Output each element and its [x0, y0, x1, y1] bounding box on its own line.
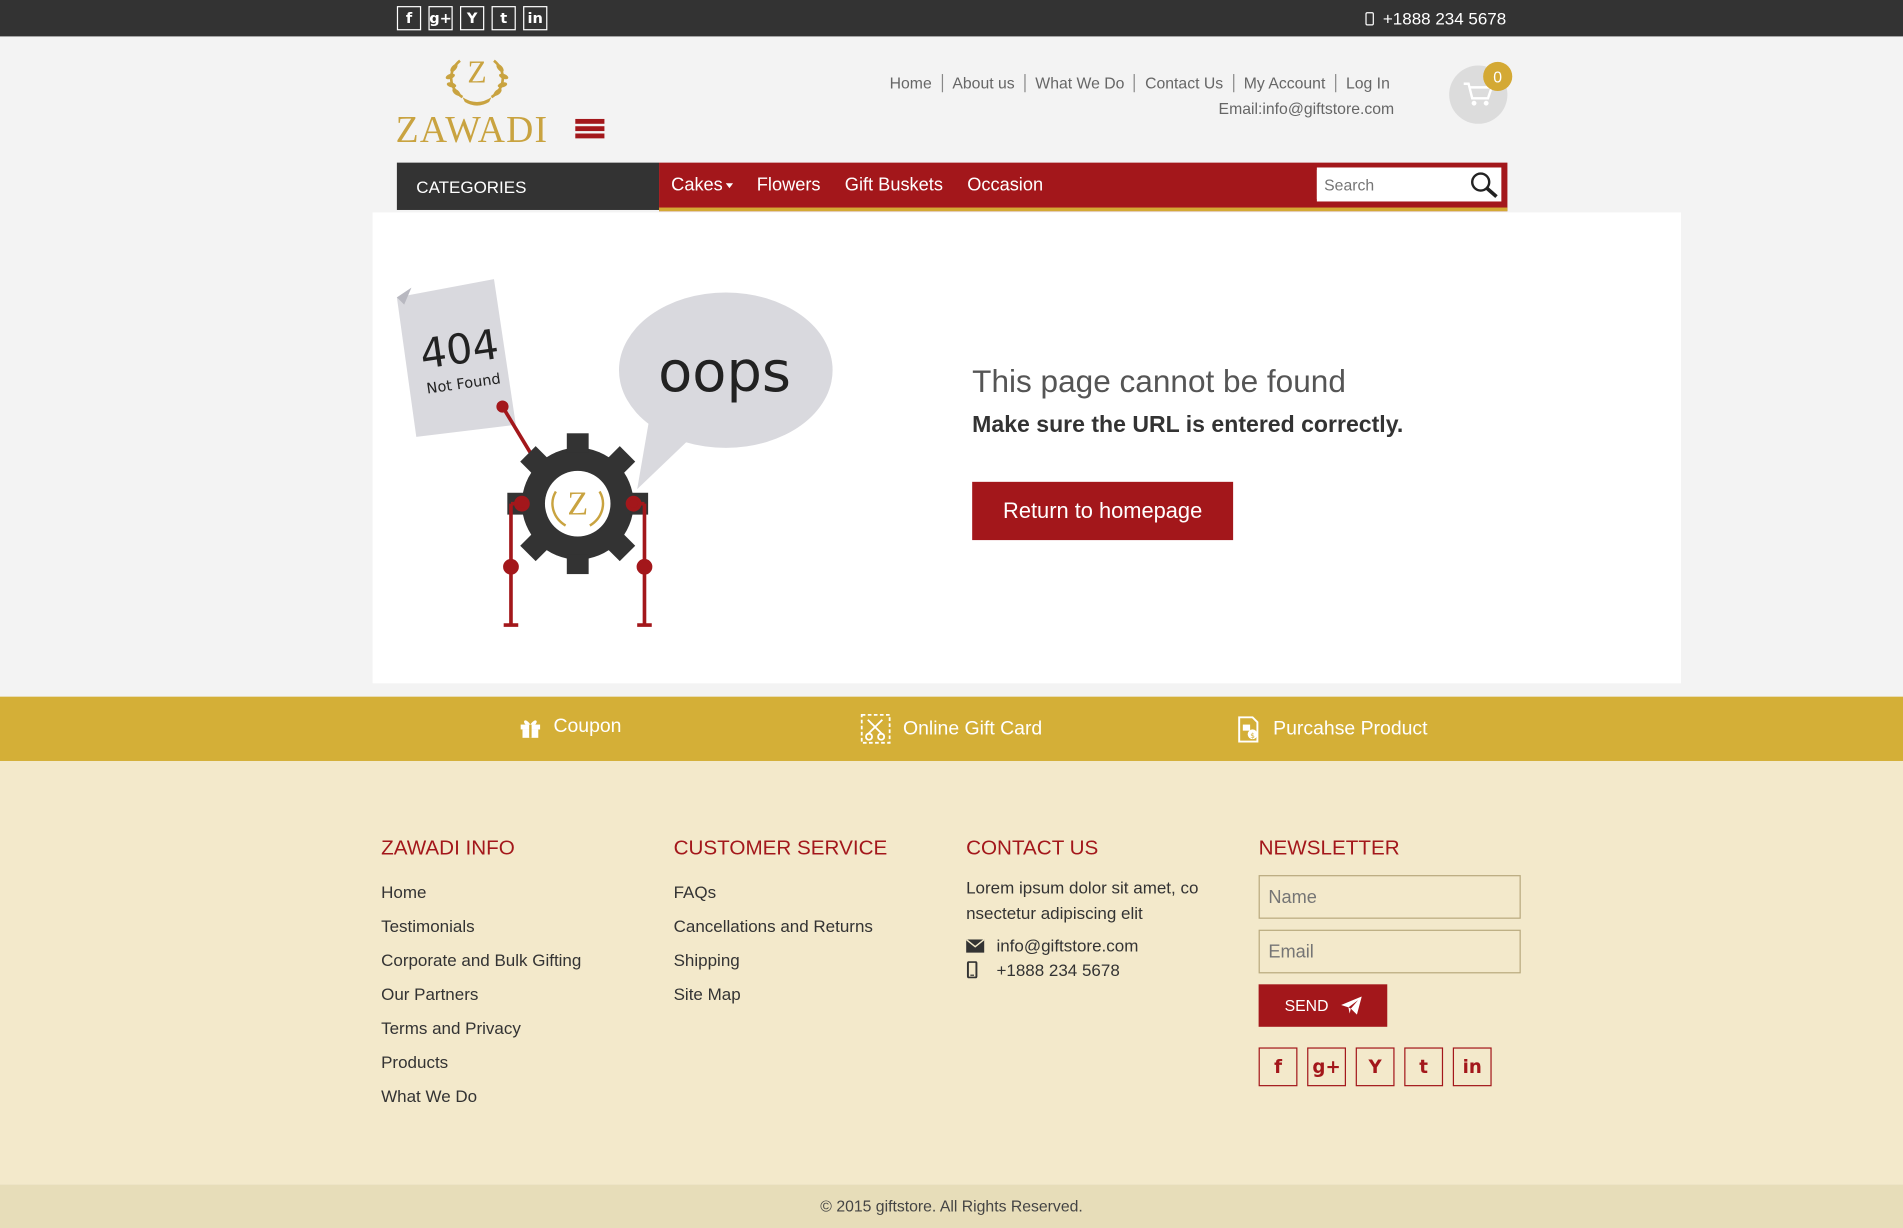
online-gift-card-label: Online Gift Card — [902, 717, 1043, 739]
footer: ZAWADI INFO Home Testimonials Corporate … — [0, 760, 1903, 1185]
footer-newsletter-column: NEWSLETTER SEND f g+ Y t in — [1258, 836, 1521, 1087]
contact-phone-row: +1888 234 5678 — [966, 960, 1209, 979]
oops-text: oops — [658, 340, 791, 405]
coupon-label: Coupon — [553, 716, 622, 737]
logo-wordmark: ZAWADI — [395, 108, 549, 151]
laurel-crest-icon: Z — [445, 55, 509, 106]
newsletter-name-field[interactable] — [1258, 875, 1521, 919]
top-phone: +1888 234 5678 — [1365, 8, 1507, 28]
purchase-product-link[interactable]: $ Purcahse Product — [1237, 716, 1428, 743]
search-icon[interactable] — [1470, 171, 1499, 198]
nav-flowers[interactable]: Flowers — [757, 175, 821, 196]
footer-info-column: ZAWADI INFO Home Testimonials Corporate … — [381, 836, 581, 1113]
footer-contact-title: CONTACT US — [966, 836, 1099, 860]
paper-plane-icon — [1340, 996, 1362, 1015]
contact-description: Lorem ipsum dolor sit amet, co nsectetur… — [966, 875, 1209, 926]
caret-down-icon — [725, 183, 733, 189]
contact-description-line-1: Lorem ipsum dolor sit amet, co — [966, 877, 1199, 897]
online-gift-card-link[interactable]: Online Gift Card — [860, 713, 1043, 744]
linkedin-icon[interactable]: in — [1452, 1047, 1492, 1087]
return-homepage-button[interactable]: Return to homepage — [972, 481, 1234, 541]
envelope-icon — [966, 938, 985, 953]
footer-info-title: ZAWADI INFO — [381, 836, 515, 860]
google-plus-icon[interactable]: g+ — [1307, 1047, 1346, 1087]
contact-phone: +1888 234 5678 — [996, 960, 1120, 980]
footer-link-our-partners[interactable]: Our Partners — [381, 977, 581, 1011]
header-nav: Home About us What We Do Contact Us My A… — [880, 74, 1400, 93]
purchase-document-icon: $ — [1238, 716, 1259, 743]
error-panel: 404 Not Found oops Z This page cannot be… — [372, 212, 1681, 684]
search-input[interactable] — [1316, 169, 1463, 200]
footer-link-faqs[interactable]: FAQs — [674, 875, 888, 909]
facebook-icon[interactable]: f — [1258, 1047, 1298, 1087]
cart-count-badge: 0 — [1483, 61, 1513, 92]
search-box — [1316, 167, 1502, 202]
footer-link-home[interactable]: Home — [381, 875, 581, 909]
coupon-link[interactable]: Coupon — [519, 716, 621, 738]
footer-link-corporate-gifting[interactable]: Corporate and Bulk Gifting — [381, 943, 581, 977]
footer-link-testimonials[interactable]: Testimonials — [381, 909, 581, 943]
footer-newsletter-title: NEWSLETTER — [1258, 836, 1400, 860]
top-social-links: f g+ Y t in — [396, 6, 548, 31]
nav-occasion[interactable]: Occasion — [967, 175, 1043, 196]
contact-description-line-2: nsectetur adipiscing elit — [966, 902, 1143, 923]
site-logo[interactable]: Z ZAWADI — [395, 49, 614, 151]
newsletter-email-field[interactable] — [1258, 929, 1521, 974]
nav-what-we-do[interactable]: What We Do — [1024, 74, 1134, 93]
send-label: SEND — [1284, 996, 1329, 1015]
yahoo-icon[interactable]: Y — [459, 6, 485, 31]
top-bar: f g+ Y t in +1888 234 5678 — [0, 0, 1903, 37]
error-title: This page cannot be found — [972, 362, 1346, 400]
newsletter-send-button[interactable]: SEND — [1258, 984, 1388, 1027]
footer-social-links: f g+ Y t in — [1258, 1047, 1521, 1087]
tumblr-icon[interactable]: t — [1404, 1047, 1444, 1087]
tumblr-icon[interactable]: t — [491, 6, 516, 31]
nav-cakes[interactable]: Cakes — [671, 174, 733, 196]
footer-link-terms-privacy[interactable]: Terms and Privacy — [381, 1011, 581, 1045]
mobile-phone-icon — [1365, 11, 1375, 25]
mobile-phone-icon — [966, 961, 978, 979]
footer-link-what-we-do[interactable]: What We Do — [381, 1079, 581, 1113]
footer-service-column: CUSTOMER SERVICE FAQs Cancellations and … — [674, 836, 888, 1011]
categories-menu[interactable]: CATEGORIES — [396, 162, 660, 210]
footer-service-title: CUSTOMER SERVICE — [673, 836, 888, 860]
footer-link-cancellations[interactable]: Cancellations and Returns — [674, 909, 888, 943]
main-nav: Cakes Flowers Gift Buskets Occasion — [659, 162, 1508, 212]
svg-text:$: $ — [1250, 731, 1255, 740]
feature-strip: Coupon Online Gift Card $ Purcahse Produ… — [0, 696, 1903, 761]
nav-my-account[interactable]: My Account — [1232, 74, 1335, 93]
linkedin-icon[interactable]: in — [523, 6, 548, 31]
google-plus-icon[interactable]: g+ — [428, 6, 453, 31]
facebook-icon[interactable]: f — [396, 6, 422, 31]
top-phone-number: +1888 234 5678 — [1382, 8, 1507, 28]
footer-link-products[interactable]: Products — [381, 1045, 581, 1079]
nav-gift-baskets[interactable]: Gift Buskets — [845, 175, 943, 196]
nav-cakes-label: Cakes — [671, 174, 723, 196]
header-email: Email:info@giftstore.com — [1218, 99, 1395, 118]
footer-contact-column: CONTACT US Lorem ipsum dolor sit amet, c… — [966, 836, 1209, 979]
error-subtitle: Make sure the URL is entered correctly. — [972, 412, 1404, 439]
nav-home[interactable]: Home — [880, 74, 942, 92]
footer-link-shipping[interactable]: Shipping — [674, 943, 888, 977]
nav-contact-us[interactable]: Contact Us — [1134, 74, 1233, 93]
nav-about-us[interactable]: About us — [941, 74, 1024, 93]
contact-email-row: info@giftstore.com — [966, 936, 1209, 955]
menu-toggle-icon[interactable] — [575, 118, 605, 141]
footer-link-site-map[interactable]: Site Map — [674, 977, 888, 1011]
yahoo-icon[interactable]: Y — [1355, 1047, 1395, 1087]
gift-icon — [520, 719, 541, 738]
gift-card-scissors-icon — [860, 713, 891, 744]
contact-email[interactable]: info@giftstore.com — [996, 936, 1138, 955]
nav-log-in[interactable]: Log In — [1335, 74, 1400, 93]
svg-text:Z: Z — [567, 486, 588, 523]
copyright: © 2015 giftstore. All Rights Reserved. — [0, 1184, 1903, 1228]
purchase-product-label: Purcahse Product — [1273, 718, 1428, 740]
robot-404-illustration: 404 Not Found oops Z — [396, 279, 833, 627]
svg-text:Z: Z — [467, 55, 486, 90]
